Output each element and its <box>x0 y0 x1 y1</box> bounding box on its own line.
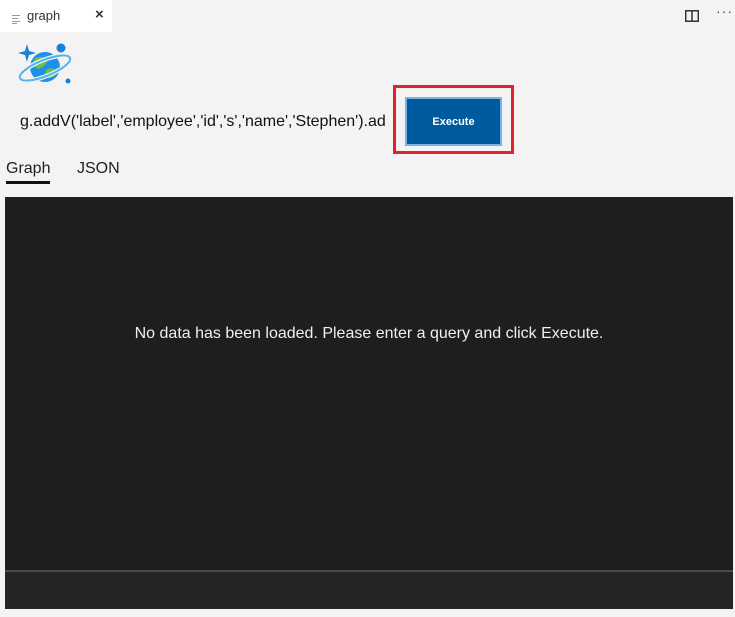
empty-state-message: No data has been loaded. Please enter a … <box>134 325 604 342</box>
execute-button[interactable]: Execute <box>405 97 502 146</box>
cosmos-db-planet-icon <box>16 42 74 93</box>
query-input[interactable] <box>20 111 386 133</box>
file-lines-icon <box>12 11 21 29</box>
more-actions-icon[interactable]: ··· <box>716 3 733 19</box>
editor-tab-bar: graph × ··· <box>0 0 735 32</box>
tab-title: graph <box>27 8 61 23</box>
bottom-panel <box>5 572 733 609</box>
tab-graph-view[interactable]: Graph <box>6 160 50 178</box>
close-icon[interactable]: × <box>95 6 104 23</box>
graph-canvas[interactable]: No data has been loaded. Please enter a … <box>5 197 733 570</box>
split-editor-icon[interactable] <box>685 9 699 27</box>
active-tab-indicator <box>6 181 50 184</box>
tab-json-view[interactable]: JSON <box>77 160 120 178</box>
tab-graph[interactable]: graph × <box>0 0 112 32</box>
